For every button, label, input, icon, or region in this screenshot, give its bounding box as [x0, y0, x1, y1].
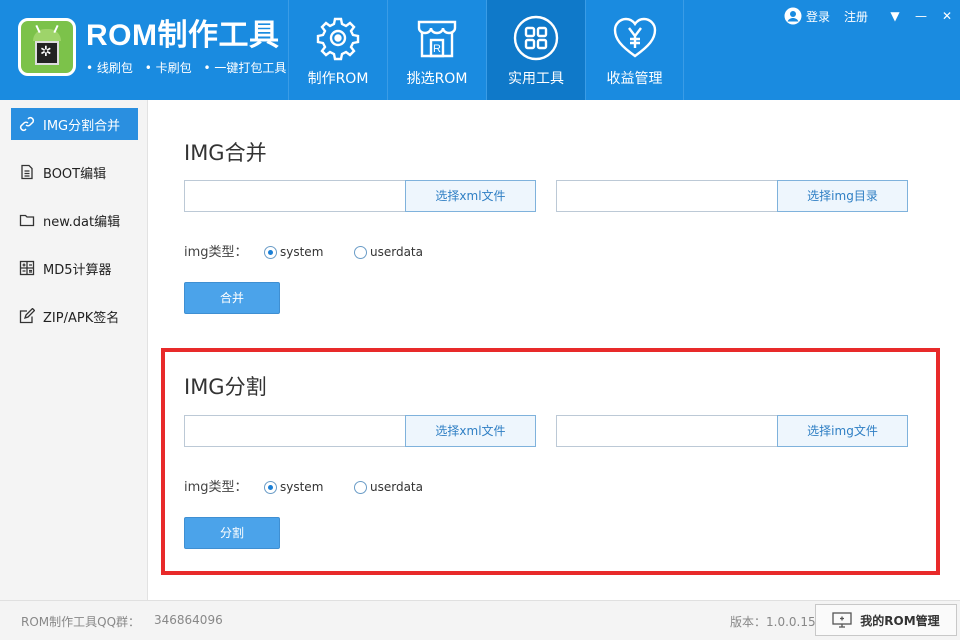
split-radio-userdata[interactable]: userdata: [354, 480, 423, 494]
merge-select-img-dir-button[interactable]: 选择img目录: [777, 180, 908, 212]
merge-section-title: IMG合并: [184, 141, 267, 165]
split-radio-system[interactable]: system: [264, 480, 323, 494]
nav-pick-rom[interactable]: R 挑选ROM: [387, 0, 486, 100]
radio-label: userdata: [370, 245, 423, 259]
version-text: 版本：1.0.0.15: [730, 615, 816, 629]
sidebar-item-md5-calc[interactable]: MD5计算器: [11, 252, 138, 284]
account-bar: 登录 注册 ▼ — ✕: [784, 6, 960, 26]
split-img-file-field[interactable]: [556, 415, 778, 447]
manage-button-label: 我的ROM管理: [860, 613, 940, 628]
sidebar-item-label: MD5计算器: [43, 262, 112, 278]
split-xml-path-field[interactable]: [184, 415, 406, 447]
folder-icon: [19, 214, 35, 227]
sidebar-item-new-dat-edit[interactable]: new.dat编辑: [11, 204, 138, 236]
merge-img-type-label: img类型：: [184, 245, 248, 260]
user-icon: [784, 7, 802, 25]
sidebar-item-label: BOOT编辑: [43, 166, 107, 182]
merge-img-dir-field[interactable]: [556, 180, 778, 212]
minimize-icon[interactable]: —: [908, 9, 934, 23]
radio-unselected-icon: [354, 245, 367, 259]
sidebar-item-label: new.dat编辑: [43, 214, 121, 230]
nav-label: 收益管理: [606, 71, 663, 87]
app-title: ROM制作工具: [86, 19, 280, 52]
sidebar: IMG分割合并 BOOT编辑 new.dat编辑 MD5计算器 ZIP/APK签…: [0, 100, 148, 600]
qq-group-number: 346864096: [154, 613, 223, 627]
nav-make-rom[interactable]: 制作ROM: [288, 0, 387, 100]
sidebar-item-label: IMG分割合并: [43, 118, 121, 134]
radio-label: userdata: [370, 480, 423, 494]
app-logo: ✲: [18, 18, 76, 76]
feature-one-click-pack: • 一键打包工具: [203, 61, 287, 75]
monitor-icon: [832, 612, 852, 628]
merge-button[interactable]: 合并: [184, 282, 280, 314]
split-button[interactable]: 分割: [184, 517, 280, 549]
link-icon: [19, 116, 35, 132]
nav-label: 制作ROM: [307, 71, 369, 87]
close-icon[interactable]: ✕: [934, 9, 960, 23]
radio-selected-icon: [264, 480, 277, 494]
header: ✲ ROM制作工具 • 线刷包 • 卡刷包 • 一键打包工具 制作ROM R 挑…: [0, 0, 960, 100]
split-select-xml-button[interactable]: 选择xml文件: [405, 415, 536, 447]
radio-selected-icon: [264, 245, 277, 259]
grid-icon: [513, 15, 559, 61]
feature-card-flash: • 卡刷包: [144, 61, 192, 75]
nav-earnings[interactable]: 收益管理: [585, 0, 684, 100]
calculator-icon: [19, 260, 35, 276]
merge-radio-system[interactable]: system: [264, 245, 323, 259]
split-select-img-file-button[interactable]: 选择img文件: [777, 415, 908, 447]
sidebar-item-zip-apk-sign[interactable]: ZIP/APK签名: [11, 300, 138, 332]
menu-dropdown-icon[interactable]: ▼: [882, 9, 908, 23]
radio-label: system: [280, 480, 324, 494]
split-img-type-label: img类型：: [184, 480, 248, 495]
main-nav: 制作ROM R 挑选ROM 实用工具 收益管理: [288, 0, 684, 100]
nav-label: 实用工具: [508, 71, 564, 87]
app-features: • 线刷包 • 卡刷包 • 一键打包工具: [86, 61, 294, 75]
sidebar-item-label: ZIP/APK签名: [43, 310, 120, 326]
sidebar-item-boot-edit[interactable]: BOOT编辑: [11, 156, 138, 188]
radio-label: system: [280, 245, 324, 259]
nav-tools[interactable]: 实用工具: [486, 0, 585, 100]
document-icon: [21, 164, 33, 180]
merge-radio-userdata[interactable]: userdata: [354, 245, 423, 259]
store-icon: R: [417, 20, 457, 58]
split-section-title: IMG分割: [184, 375, 267, 399]
merge-xml-path-field[interactable]: [184, 180, 406, 212]
sidebar-item-img-split-merge[interactable]: IMG分割合并: [11, 108, 138, 140]
edit-icon: [19, 308, 35, 324]
heart-yen-icon: [613, 17, 657, 58]
svg-text:R: R: [433, 43, 441, 55]
radio-unselected-icon: [354, 480, 367, 494]
my-rom-manage-button[interactable]: 我的ROM管理: [815, 604, 957, 636]
gear-icon: [316, 17, 360, 61]
nav-label: 挑选ROM: [406, 71, 468, 87]
login-link[interactable]: 登录: [806, 8, 830, 25]
feature-line-flash: • 线刷包: [86, 61, 133, 75]
register-link[interactable]: 注册: [844, 8, 868, 25]
merge-select-xml-button[interactable]: 选择xml文件: [405, 180, 536, 212]
qq-group-label: ROM制作工具QQ群：: [21, 615, 141, 629]
